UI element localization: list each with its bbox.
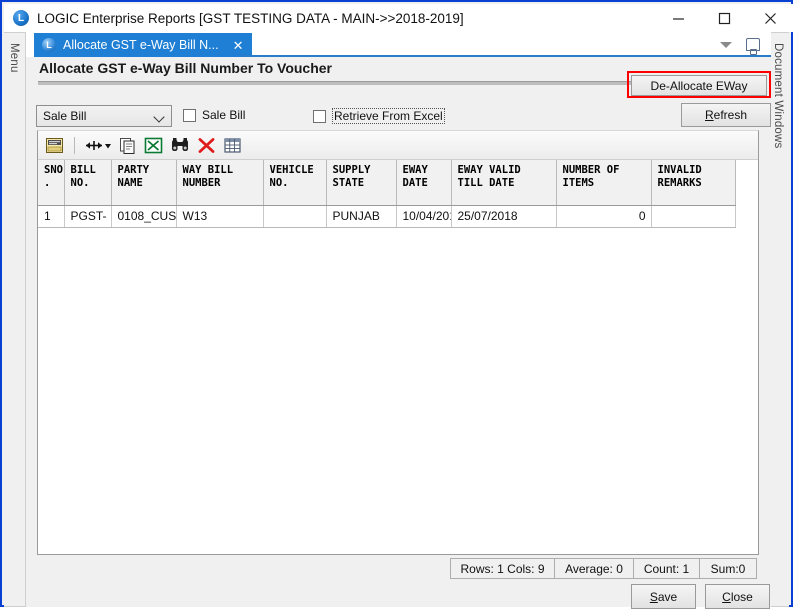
- status-average: Average: 0: [554, 558, 634, 579]
- refresh-rest: efresh: [713, 108, 748, 122]
- save-button[interactable]: Save: [631, 584, 696, 609]
- table-cell-invalid_remarks[interactable]: [651, 205, 736, 228]
- page-title: Allocate GST e-Way Bill Number To Vouche…: [39, 60, 333, 76]
- grid-status-bar: Rows: 1 Cols: 9 Average: 0 Count: 1 Sum:…: [450, 558, 759, 579]
- chevron-down-icon[interactable]: [720, 41, 732, 48]
- window-title: LOGIC Enterprise Reports [GST TESTING DA…: [37, 10, 464, 26]
- close-accel: C: [722, 589, 731, 604]
- title-bar: L LOGIC Enterprise Reports [GST TESTING …: [4, 4, 793, 32]
- chevron-down-icon: [155, 112, 164, 121]
- table-cell-number_of_items[interactable]: 0: [556, 205, 652, 228]
- dialog-buttons: Save Close: [631, 584, 770, 609]
- column-resize-icon[interactable]: [84, 133, 111, 157]
- retrieve-from-excel-checkbox-label: Retrieve From Excel: [332, 108, 445, 124]
- close-button-label: Close: [722, 590, 753, 604]
- status-sum: Sum:0: [699, 558, 757, 579]
- deallocate-eway-highlight: De-Allocate EWay: [627, 71, 771, 98]
- table-header-cell-party_name[interactable]: PARTY NAME: [111, 160, 177, 206]
- find-binoculars-icon[interactable]: [170, 133, 190, 157]
- retrieve-from-excel-checkbox-box[interactable]: [313, 109, 326, 123]
- grid-toolbar: [38, 131, 758, 160]
- tab-close-icon[interactable]: ✕: [233, 39, 244, 52]
- table-header-cell-bill_no[interactable]: BILL NO.: [64, 160, 112, 206]
- grid-scroll-area[interactable]: SNO . BILL NO. PARTY NAME WAY BILL NUMBER VE…: [38, 160, 758, 554]
- close-rest: lose: [730, 589, 753, 604]
- minimize-icon[interactable]: [655, 4, 701, 32]
- copy-icon[interactable]: [118, 133, 137, 157]
- form-view-icon[interactable]: [45, 133, 65, 157]
- form-body: Allocate GST e-Way Bill Number To Vouche…: [26, 57, 771, 609]
- document-type-value: Sale Bill: [43, 109, 87, 123]
- table-header-cell-number_of_items[interactable]: NUMBER OF ITEMS: [556, 160, 652, 206]
- logic-app-icon: L: [13, 10, 29, 26]
- table-header-cell-eway_date[interactable]: EWAY DATE: [396, 160, 452, 206]
- table-cell-bill_no[interactable]: PGST-: [64, 205, 112, 228]
- grid-layout-icon[interactable]: [223, 133, 242, 157]
- eway-bill-table: SNO . BILL NO. PARTY NAME WAY BILL NUMBER VE…: [38, 160, 736, 228]
- table-header-row: SNO . BILL NO. PARTY NAME WAY BILL NUMBER VE…: [38, 160, 736, 206]
- window-list-icon[interactable]: [746, 38, 760, 55]
- tab-allocate-gst-eway-bill[interactable]: L Allocate GST e-Way Bill N... ✕: [34, 33, 252, 57]
- table-body: 1 PGST- 0108_CUS W13 PUNJAB 10/04/201 25/07/20…: [38, 205, 736, 228]
- status-rows-cols: Rows: 1 Cols: 9: [450, 558, 555, 579]
- save-button-label: Save: [650, 590, 677, 604]
- table-header-cell-vehicle_no[interactable]: VEHICLE NO.: [263, 160, 327, 206]
- retrieve-from-excel-checkbox[interactable]: Retrieve From Excel: [313, 108, 445, 124]
- close-icon[interactable]: [747, 4, 793, 32]
- document-type-dropdown[interactable]: Sale Bill: [36, 105, 172, 127]
- application-window: L LOGIC Enterprise Reports [GST TESTING …: [0, 0, 793, 609]
- deallocate-eway-button[interactable]: De-Allocate EWay: [631, 75, 767, 96]
- table-cell-eway_date[interactable]: 10/04/201: [396, 205, 452, 228]
- sale-bill-checkbox[interactable]: Sale Bill: [183, 108, 245, 122]
- toolbar-separator: [74, 136, 75, 154]
- menu-rail-label: Menu: [8, 43, 20, 73]
- table-cell-supply_state[interactable]: PUNJAB: [326, 205, 397, 228]
- sale-bill-checkbox-box[interactable]: [183, 108, 196, 122]
- table-row[interactable]: 1 PGST- 0108_CUS W13 PUNJAB 10/04/201 25/07/20…: [38, 205, 736, 228]
- table-header-cell-invalid_remarks[interactable]: INVALID REMARKS: [651, 160, 736, 206]
- grid-panel: SNO . BILL NO. PARTY NAME WAY BILL NUMBER VE…: [37, 130, 759, 555]
- save-accel: S: [649, 589, 658, 604]
- refresh-button-label: Refresh: [705, 108, 747, 122]
- save-rest: ave: [657, 589, 678, 604]
- table-head: SNO . BILL NO. PARTY NAME WAY BILL NUMBER VE…: [38, 160, 736, 206]
- table-header-cell-way_bill_number[interactable]: WAY BILL NUMBER: [176, 160, 264, 206]
- tab-label: Allocate GST e-Way Bill N...: [63, 38, 219, 52]
- sale-bill-checkbox-label: Sale Bill: [202, 108, 246, 122]
- tab-app-icon: L: [42, 38, 56, 52]
- table-header-cell-eway_valid_till[interactable]: EWAY VALID TILL DATE: [451, 160, 557, 206]
- maximize-icon[interactable]: [701, 4, 747, 32]
- table-cell-way_bill_number[interactable]: W13: [176, 205, 264, 228]
- delete-red-x-icon[interactable]: [197, 133, 216, 157]
- menu-rail[interactable]: Menu: [4, 32, 26, 607]
- refresh-button[interactable]: Refresh: [681, 103, 771, 127]
- status-count: Count: 1: [633, 558, 700, 579]
- table-cell-sno[interactable]: 1: [38, 205, 65, 228]
- document-windows-rail-label: Document Windows: [772, 43, 784, 149]
- window-controls: [655, 4, 793, 32]
- table-cell-vehicle_no[interactable]: [263, 205, 327, 228]
- table-header-cell-sno[interactable]: SNO .: [38, 160, 65, 206]
- close-button[interactable]: Close: [705, 584, 770, 609]
- tab-strip-tools: [713, 32, 767, 57]
- refresh-accel: R: [704, 108, 714, 122]
- table-header-cell-supply_state[interactable]: SUPPLY STATE: [326, 160, 397, 206]
- table-cell-party_name[interactable]: 0108_CUS: [111, 205, 177, 228]
- tab-strip: L Allocate GST e-Way Bill N... ✕: [26, 32, 771, 57]
- table-cell-eway_valid_till[interactable]: 25/07/2018: [451, 205, 557, 228]
- excel-export-icon[interactable]: [144, 133, 163, 157]
